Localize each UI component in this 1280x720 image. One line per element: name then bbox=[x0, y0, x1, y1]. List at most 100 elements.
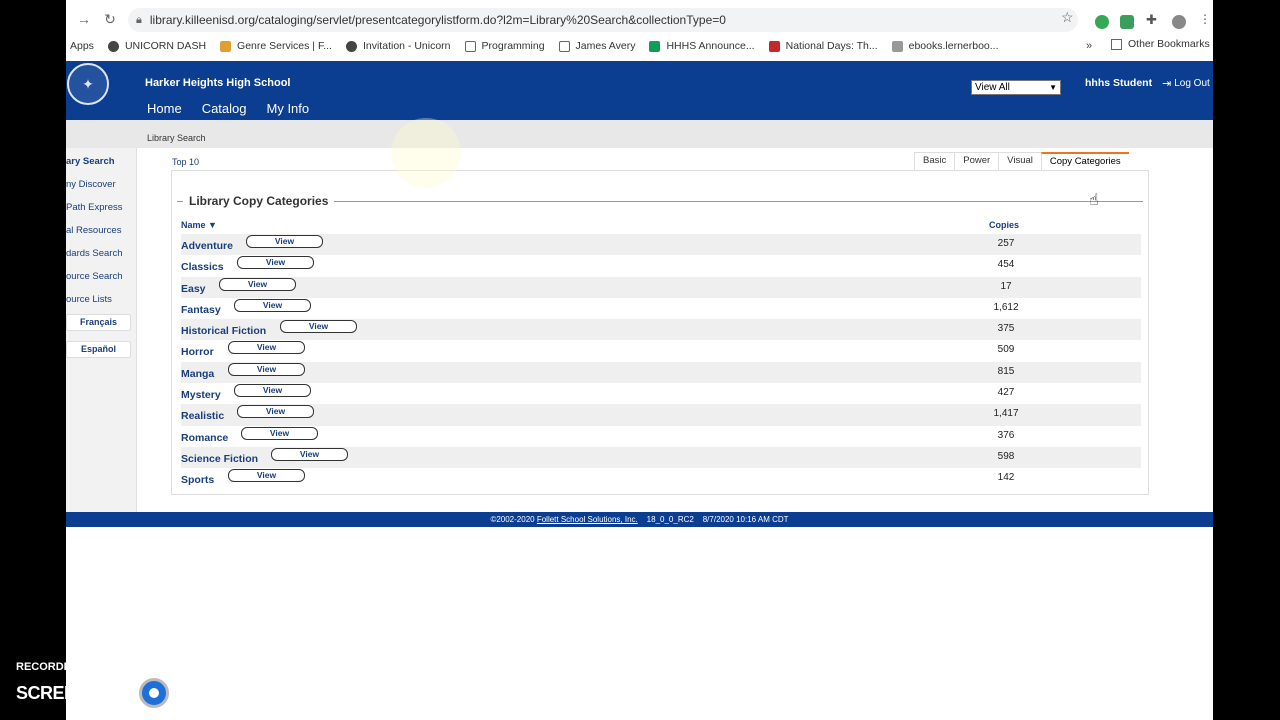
category-name-link[interactable]: Classics bbox=[181, 261, 224, 273]
category-name-link[interactable]: Science Fiction bbox=[181, 453, 258, 465]
copies-count: 815 bbox=[997, 365, 1015, 377]
table-row: Historical Fiction View 375 bbox=[181, 319, 1141, 341]
folder-icon bbox=[464, 40, 476, 52]
tab-copy-categories[interactable]: Copy Categories bbox=[1040, 152, 1129, 170]
bookmark-unicorn-dash[interactable]: UNICORN DASH bbox=[107, 40, 206, 52]
sidebar-item-library-search[interactable]: ary Search bbox=[66, 156, 115, 167]
search-tabs: Basic Power Visual Copy Categories bbox=[914, 152, 1129, 170]
bookmark-hhhs-announce[interactable]: HHHS Announce... bbox=[649, 40, 755, 52]
table-row: Fantasy View 1,612 bbox=[181, 298, 1141, 319]
tab-basic[interactable]: Basic bbox=[914, 152, 955, 170]
category-name-link[interactable]: Manga bbox=[181, 368, 214, 380]
tab-visual[interactable]: Visual bbox=[998, 152, 1041, 170]
category-name-link[interactable]: Fantasy bbox=[181, 304, 221, 316]
view-button[interactable]: View bbox=[234, 298, 311, 312]
bookmark-star-icon[interactable]: ☆ bbox=[1061, 9, 1074, 26]
category-name-link[interactable]: Sports bbox=[181, 474, 214, 486]
copies-count: 1,612 bbox=[993, 301, 1019, 313]
category-name-link[interactable]: Easy bbox=[181, 283, 206, 295]
url-bar-row: → ↻ 🔒︎ library.killeenisd.org/cataloging… bbox=[66, 5, 1213, 33]
bookmark-ebooks[interactable]: ebooks.lernerboo... bbox=[891, 40, 999, 52]
copies-count: 454 bbox=[997, 259, 1015, 271]
copies-count: 142 bbox=[997, 472, 1015, 484]
column-header-name[interactable]: Name ▼ bbox=[181, 220, 217, 230]
sidebar-item-resource-lists[interactable]: ource Lists bbox=[66, 294, 112, 305]
version-text: 18_0_0_RC2 bbox=[646, 515, 694, 524]
grammarly-icon[interactable] bbox=[1095, 15, 1109, 29]
copies-count: 17 bbox=[1000, 280, 1012, 292]
bookmark-national-days[interactable]: National Days: Th... bbox=[768, 40, 878, 52]
view-button[interactable]: View bbox=[237, 256, 314, 270]
bookmark-james-avery[interactable]: James Avery bbox=[558, 40, 635, 52]
category-name-link[interactable]: Realistic bbox=[181, 410, 224, 422]
category-name-link[interactable]: Romance bbox=[181, 432, 228, 444]
view-all-select[interactable]: View All ▼ bbox=[971, 80, 1061, 95]
table-row: Sports View 142 bbox=[181, 468, 1141, 489]
category-name-link[interactable]: Horror bbox=[181, 346, 214, 358]
copies-count: 598 bbox=[997, 450, 1015, 462]
sidebar-item-destiny-discover[interactable]: ny Discover bbox=[66, 179, 116, 190]
menu-catalog[interactable]: Catalog bbox=[201, 101, 247, 123]
watermark-recorded: RECORDED WITH bbox=[16, 661, 111, 673]
bookmark-genre-services[interactable]: Genre Services | F... bbox=[220, 40, 332, 52]
logout-link[interactable]: ⇥ Log Out bbox=[1162, 77, 1210, 90]
profile-avatar[interactable] bbox=[1172, 15, 1186, 29]
menu-home[interactable]: Home bbox=[147, 101, 182, 120]
school-seal-icon[interactable]: ✦ bbox=[67, 63, 109, 105]
view-button[interactable]: View bbox=[271, 447, 348, 461]
screencast-icon bbox=[139, 678, 170, 708]
table-row: Adventure View 257 bbox=[181, 234, 1141, 256]
tab-power[interactable]: Power bbox=[954, 152, 999, 170]
hand-cursor-icon: ☝︎ bbox=[1089, 192, 1099, 209]
bookmarks-overflow-icon[interactable]: » bbox=[1086, 40, 1092, 52]
top-10-link[interactable]: Top 10 bbox=[172, 157, 199, 167]
menu-my-info[interactable]: My Info bbox=[267, 101, 310, 120]
table-row: Romance View 376 bbox=[181, 426, 1141, 447]
language-french-button[interactable]: Français bbox=[66, 314, 131, 331]
copyright-text: ©2002-2020 bbox=[490, 515, 535, 524]
view-button[interactable]: View bbox=[228, 469, 305, 483]
globe-icon bbox=[107, 40, 119, 52]
view-button[interactable]: View bbox=[228, 341, 305, 355]
table-row: Horror View 509 bbox=[181, 340, 1141, 361]
table-row: Realistic View 1,417 bbox=[181, 404, 1141, 426]
copies-count: 427 bbox=[997, 387, 1015, 399]
globe-icon bbox=[345, 40, 357, 52]
logout-icon: ⇥ bbox=[1162, 78, 1172, 90]
sidebar-item-resource-search[interactable]: ource Search bbox=[66, 271, 123, 282]
book-icon bbox=[891, 40, 903, 52]
follett-link[interactable]: Follett School Solutions, Inc. bbox=[537, 515, 638, 524]
sidebar-item-path-express[interactable]: Path Express bbox=[66, 202, 123, 213]
folder-icon bbox=[1111, 38, 1122, 50]
view-button[interactable]: View bbox=[228, 362, 305, 376]
language-spanish-button[interactable]: Español bbox=[66, 341, 131, 358]
view-button[interactable]: View bbox=[237, 405, 314, 419]
folder-icon bbox=[558, 40, 570, 52]
bookmark-programming[interactable]: Programming bbox=[464, 40, 545, 52]
view-button[interactable]: View bbox=[219, 277, 296, 291]
category-name-link[interactable]: Mystery bbox=[181, 389, 221, 401]
column-header-copies[interactable]: Copies bbox=[989, 220, 1019, 230]
table-row: Easy View 17 bbox=[181, 276, 1141, 298]
bookmark-apps[interactable]: Apps bbox=[70, 40, 94, 52]
user-name: hhhs Student bbox=[1085, 77, 1153, 89]
reload-icon[interactable]: ↻ bbox=[100, 9, 120, 29]
sub-header: Library Search bbox=[66, 120, 1213, 148]
view-button[interactable]: View bbox=[241, 426, 318, 440]
sidebar-item-standards-search[interactable]: dards Search bbox=[66, 248, 123, 259]
copies-count: 375 bbox=[997, 323, 1015, 335]
kebab-menu-icon[interactable]: ⋮ bbox=[1199, 12, 1213, 26]
view-button[interactable]: View bbox=[246, 235, 323, 248]
bookmark-invitation[interactable]: Invitation - Unicorn bbox=[345, 40, 451, 52]
timestamp-text: 8/7/2020 10:16 AM CDT bbox=[702, 515, 789, 524]
forward-icon[interactable]: → bbox=[74, 9, 94, 29]
address-bar[interactable]: 🔒︎ library.killeenisd.org/cataloging/ser… bbox=[128, 8, 1078, 32]
view-button[interactable]: View bbox=[280, 320, 357, 334]
view-button[interactable]: View bbox=[234, 384, 311, 398]
extension-icon[interactable] bbox=[1120, 15, 1134, 29]
category-name-link[interactable]: Historical Fiction bbox=[181, 325, 266, 337]
category-name-link[interactable]: Adventure bbox=[181, 240, 233, 252]
puzzle-icon[interactable]: ✚ bbox=[1146, 12, 1160, 27]
other-bookmarks[interactable]: Other Bookmarks bbox=[1111, 38, 1210, 50]
sidebar-item-digital-resources[interactable]: al Resources bbox=[66, 225, 121, 236]
